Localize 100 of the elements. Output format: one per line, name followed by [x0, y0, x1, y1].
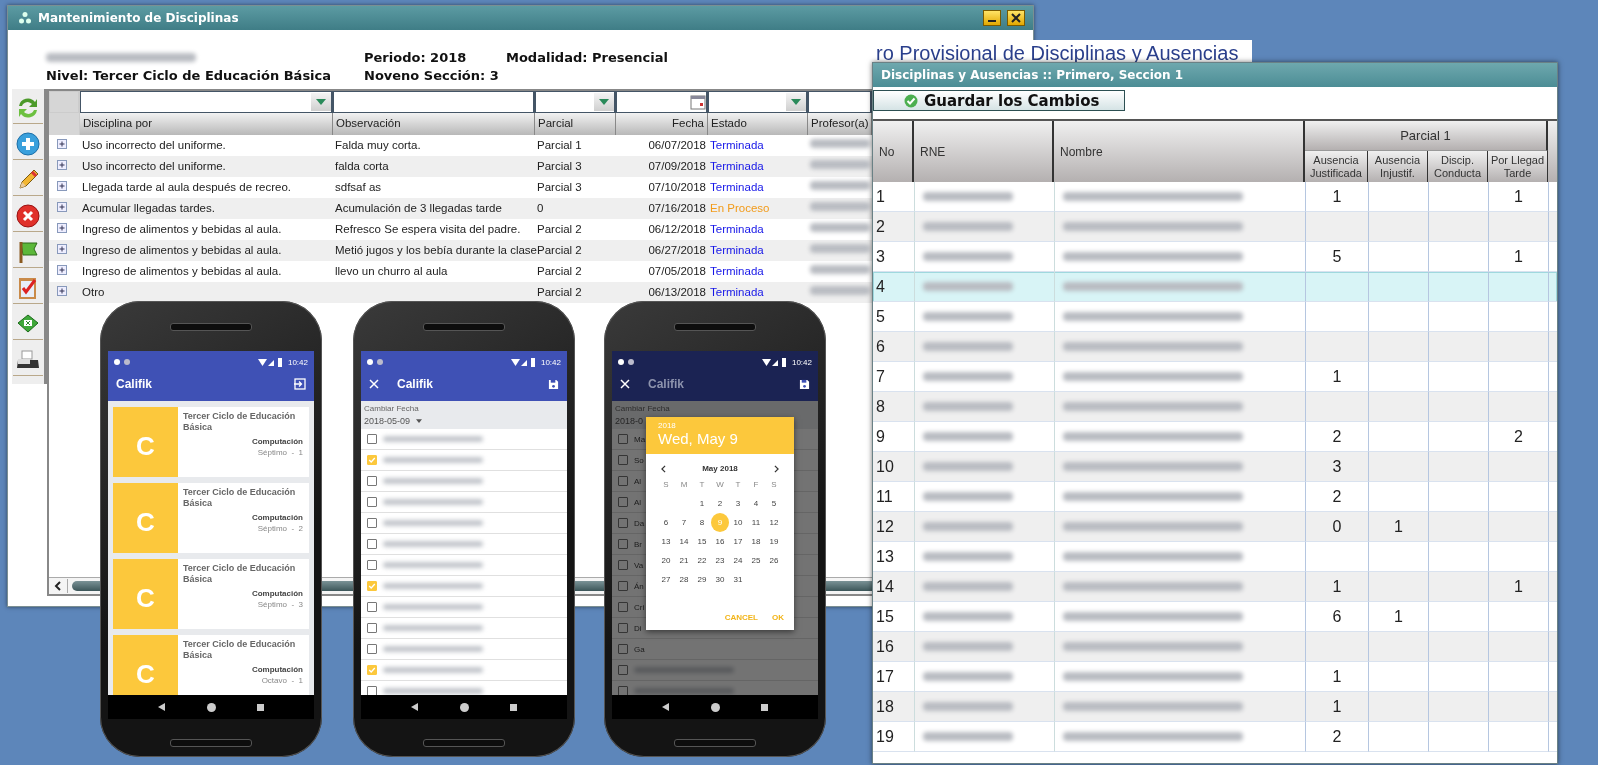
calendar-day[interactable]: 15: [693, 532, 711, 551]
home-icon[interactable]: [460, 702, 469, 712]
calendar-day[interactable]: 31: [729, 570, 747, 589]
calendar-day[interactable]: 26: [765, 551, 783, 570]
checkbox[interactable]: [367, 560, 377, 570]
close-button[interactable]: [1007, 10, 1025, 26]
date-dropdown[interactable]: 2018-05-09: [364, 416, 564, 426]
calendar-day[interactable]: 5: [765, 494, 783, 513]
calendar-day[interactable]: 10: [729, 513, 747, 532]
checkbox[interactable]: [618, 476, 628, 486]
checkbox[interactable]: [367, 434, 377, 444]
calendar-day[interactable]: 17: [729, 532, 747, 551]
dropdown-button[interactable]: [594, 93, 614, 111]
calendar-icon[interactable]: [690, 94, 706, 110]
home-icon[interactable]: [207, 702, 216, 712]
calendar-day[interactable]: 16: [711, 532, 729, 551]
checkbox[interactable]: [367, 497, 377, 507]
course-card[interactable]: C Tercer Ciclo de Educación Básica Computación Séptimo - 2: [113, 483, 309, 553]
calendar-day[interactable]: 19: [765, 532, 783, 551]
back-icon[interactable]: [158, 703, 167, 711]
table-row[interactable]: 13: [873, 542, 1557, 572]
table-row[interactable]: 16: [873, 632, 1557, 662]
save-icon[interactable]: [799, 378, 810, 390]
checkbox[interactable]: [618, 518, 628, 528]
logout-icon[interactable]: [294, 378, 306, 390]
calendar-day[interactable]: 24: [729, 551, 747, 570]
calendar-day[interactable]: 20: [657, 551, 675, 570]
table-row[interactable]: 5: [873, 302, 1557, 332]
column-header[interactable]: Observación: [333, 113, 535, 135]
checkbox[interactable]: [618, 560, 628, 570]
calendar-day[interactable]: 28: [675, 570, 693, 589]
filter-field[interactable]: [616, 91, 708, 113]
checkbox[interactable]: [367, 518, 377, 528]
course-card[interactable]: C Tercer Ciclo de Educación Básica Computación Séptimo - 1: [113, 407, 309, 477]
save-icon[interactable]: [548, 378, 559, 390]
calendar-day[interactable]: 1: [693, 494, 711, 513]
checkbox[interactable]: [618, 434, 628, 444]
table-row[interactable]: 11 2: [873, 482, 1557, 512]
table-row[interactable]: 12 0 1: [873, 512, 1557, 542]
expand-icon[interactable]: [57, 223, 67, 233]
checkbox[interactable]: [618, 455, 628, 465]
calendar-day[interactable]: 12: [765, 513, 783, 532]
table-row[interactable]: 3 5 1: [873, 242, 1557, 272]
table-row[interactable]: 18 1: [873, 692, 1557, 722]
filter-field[interactable]: [80, 91, 333, 113]
checkbox[interactable]: [618, 497, 628, 507]
close-icon[interactable]: [369, 379, 379, 389]
filter-field[interactable]: [535, 91, 616, 113]
dropdown-button[interactable]: [311, 93, 331, 111]
calendar-day[interactable]: 7: [675, 513, 693, 532]
expand-icon[interactable]: [57, 160, 67, 170]
table-row[interactable]: 6: [873, 332, 1557, 362]
calendar-day[interactable]: 13: [657, 532, 675, 551]
calendar-day[interactable]: 18: [747, 532, 765, 551]
calendar-day[interactable]: 29: [693, 570, 711, 589]
expand-icon[interactable]: [57, 202, 67, 212]
checkbox[interactable]: [367, 623, 377, 633]
column-header[interactable]: Fecha: [616, 113, 708, 135]
table-row[interactable]: 1 1 1: [873, 182, 1557, 212]
table-row[interactable]: 8: [873, 392, 1557, 422]
expand-icon[interactable]: [57, 244, 67, 254]
column-header[interactable]: Parcial: [535, 113, 616, 135]
calendar-day[interactable]: 11: [747, 513, 765, 532]
back-icon[interactable]: [662, 703, 671, 711]
table-row[interactable]: 9 2 2: [873, 422, 1557, 452]
column-header[interactable]: Estado: [708, 113, 808, 135]
checkbox[interactable]: [367, 539, 377, 549]
checkbox[interactable]: [367, 602, 377, 612]
checkbox[interactable]: [618, 602, 628, 612]
column-header[interactable]: Disciplina por: [80, 113, 333, 135]
calendar-day[interactable]: 21: [675, 551, 693, 570]
table-row[interactable]: 10 3: [873, 452, 1557, 482]
course-card[interactable]: C Tercer Ciclo de Educación Básica Computación Séptimo - 3: [113, 559, 309, 629]
table-row[interactable]: 7 1: [873, 362, 1557, 392]
calendar-day[interactable]: 8: [693, 513, 711, 532]
checkbox[interactable]: [367, 476, 377, 486]
filter-field[interactable]: [808, 91, 872, 113]
checkbox[interactable]: [367, 644, 377, 654]
checkbox[interactable]: [618, 644, 628, 654]
expand-icon[interactable]: [57, 265, 67, 275]
recents-icon[interactable]: [256, 703, 264, 711]
table-row[interactable]: 15 6 1: [873, 602, 1557, 632]
recents-icon[interactable]: [760, 703, 768, 711]
minimize-button[interactable]: [983, 10, 1001, 26]
calendar-day[interactable]: 25: [747, 551, 765, 570]
calendar-day[interactable]: 2: [711, 494, 729, 513]
checkbox[interactable]: [618, 581, 628, 591]
next-month-icon[interactable]: [774, 464, 779, 473]
table-row[interactable]: 17 1: [873, 662, 1557, 692]
calendar-day[interactable]: 6: [657, 513, 675, 532]
calendar-day[interactable]: 23: [711, 551, 729, 570]
filter-field[interactable]: [708, 91, 808, 113]
course-card[interactable]: C Tercer Ciclo de Educación Básica Computación Octavo - 1: [113, 635, 309, 695]
previous-month-icon[interactable]: [661, 464, 666, 473]
back-icon[interactable]: [411, 703, 420, 711]
expand-icon[interactable]: [57, 181, 67, 191]
checkbox[interactable]: [618, 665, 628, 675]
calendar-day[interactable]: 4: [747, 494, 765, 513]
close-icon[interactable]: [620, 379, 630, 389]
calendar-day[interactable]: 30: [711, 570, 729, 589]
